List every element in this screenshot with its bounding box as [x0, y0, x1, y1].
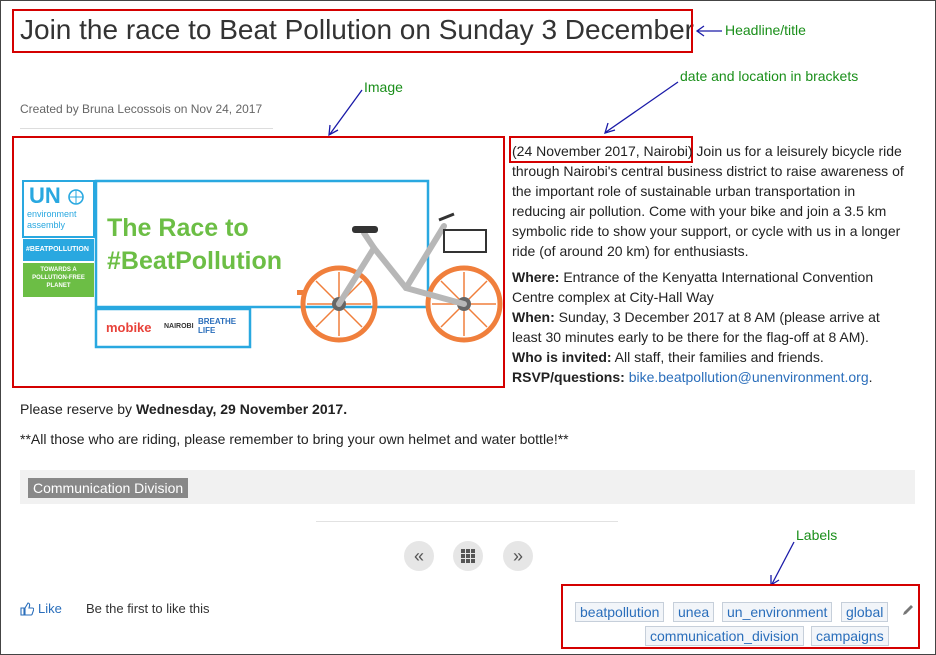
- who-value: All staff, their families and friends.: [611, 349, 824, 365]
- meta-divider: [20, 128, 273, 129]
- tag-communication-division[interactable]: communication_division: [645, 626, 804, 646]
- when-value: Sunday, 3 December 2017 at 8 AM (please …: [512, 309, 880, 345]
- category-tag[interactable]: Communication Division: [28, 478, 189, 498]
- who-paragraph: Who is invited: All staff, their familie…: [512, 347, 912, 367]
- article-body: (24 November 2017, Nairobi) Join us for …: [512, 141, 912, 387]
- date-arrow-icon: [604, 81, 679, 134]
- like-button[interactable]: Like: [20, 601, 62, 616]
- previous-button[interactable]: «: [404, 541, 434, 571]
- tag-beatpollution[interactable]: beatpollution: [575, 602, 665, 622]
- labels-annotation-label: Labels: [796, 527, 838, 543]
- double-chevron-right-icon: »: [512, 545, 523, 566]
- edit-tags-pencil-icon[interactable]: [901, 603, 915, 617]
- poster-headline-line1: The Race to: [107, 214, 249, 242]
- double-chevron-left-icon: «: [413, 545, 424, 566]
- poster-hashtag-small: #BEATPOLLUTION: [26, 246, 89, 253]
- grid-view-button[interactable]: [453, 541, 483, 571]
- rsvp-end: .: [868, 369, 873, 385]
- like-label: Like: [38, 601, 62, 616]
- nav-divider: [316, 521, 618, 522]
- poster-towards-text: TOWARDS A POLLUTION-FREE PLANET: [32, 267, 85, 289]
- poster-env-text: environment: [27, 209, 77, 219]
- next-button[interactable]: »: [503, 541, 533, 571]
- poster-un-text: UN: [29, 183, 61, 208]
- event-poster-image: UN environment assembly #BEATPOLLUTION T…: [14, 138, 503, 386]
- reserve-date: Wednesday, 29 November 2017.: [135, 401, 348, 417]
- where-paragraph: Where: Entrance of the Kenyatta Internat…: [512, 267, 912, 307]
- rsvp-paragraph: RSVP/questions: bike.beatpollution@unenv…: [512, 367, 912, 387]
- image-annotation-label: Image: [364, 79, 403, 95]
- like-message: Be the first to like this: [86, 601, 210, 616]
- headline-arrow-icon: [695, 25, 722, 37]
- rsvp-label: RSVP/questions:: [512, 369, 625, 385]
- headline-annotation-box: [12, 9, 693, 53]
- where-label: Where:: [512, 269, 560, 285]
- tag-global[interactable]: global: [841, 602, 889, 622]
- poster-headline-line2: #BeatPollution: [107, 247, 283, 275]
- helmet-note: **All those who are riding, please remem…: [20, 431, 569, 447]
- grid-icon: [461, 549, 475, 563]
- poster-sponsor-breathe: BREATHE: [198, 317, 237, 326]
- reserve-prefix: Please reserve by: [20, 401, 136, 417]
- poster-sponsor-nairobi: NAIROBI: [164, 323, 194, 330]
- tag-unea[interactable]: unea: [673, 602, 715, 622]
- labels-arrow-icon: [770, 541, 795, 587]
- image-arrow-icon: [328, 89, 363, 137]
- category-bar: Communication Division: [20, 470, 915, 504]
- when-paragraph: When: Sunday, 3 December 2017 at 8 AM (p…: [512, 307, 912, 347]
- intro-text: Join us for a leisurely bicycle ride thr…: [512, 143, 904, 259]
- created-by-meta: Created by Bruna Lecossois on Nov 24, 20…: [20, 102, 263, 116]
- tag-campaigns[interactable]: campaigns: [811, 626, 889, 646]
- poster-sponsor-mobike: mobike: [106, 320, 152, 335]
- date-annotation-label: date and location in brackets: [680, 68, 859, 84]
- reserve-notice: Please reserve by Wednesday, 29 November…: [20, 401, 347, 417]
- thumbs-up-icon: [20, 601, 34, 616]
- rsvp-email-link[interactable]: bike.beatpollution@unenvironment.org: [629, 369, 869, 385]
- poster-sponsor-life: LIFE: [198, 326, 216, 335]
- article-intro: (24 November 2017, Nairobi) Join us for …: [512, 141, 912, 261]
- poster-assembly-text: assembly: [27, 220, 66, 230]
- who-label: Who is invited:: [512, 349, 612, 365]
- when-label: When:: [512, 309, 555, 325]
- where-value: Entrance of the Kenyatta International C…: [512, 269, 874, 305]
- headline-annotation-label: Headline/title: [725, 22, 806, 38]
- tag-un-environment[interactable]: un_environment: [722, 602, 833, 622]
- date-location: (24 November 2017, Nairobi): [512, 143, 693, 159]
